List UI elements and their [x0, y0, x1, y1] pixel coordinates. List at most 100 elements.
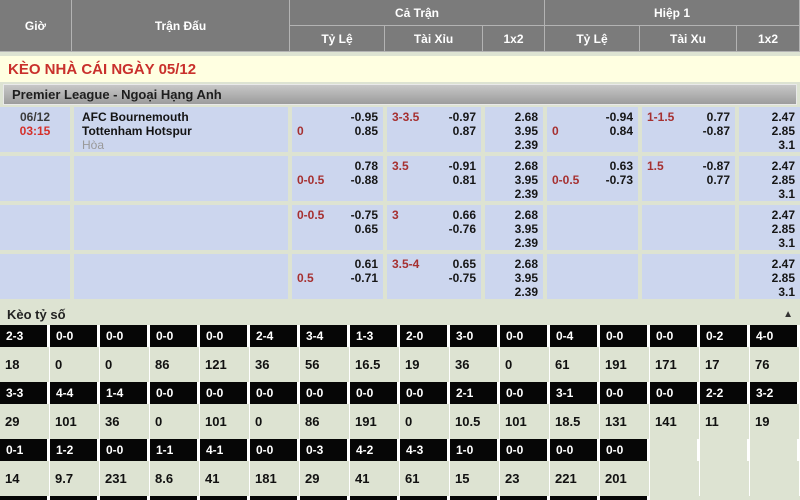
score-odds[interactable]: 61: [550, 347, 600, 382]
score-cell[interactable]: 1-0: [450, 439, 500, 461]
home-team[interactable]: AFC Bournemouth: [82, 110, 284, 124]
fulltime-1x2-cell[interactable]: 2.683.952.39: [485, 107, 543, 152]
score-odds[interactable]: 101: [50, 404, 100, 439]
score-cell[interactable]: 0-4: [550, 325, 600, 347]
score-cell[interactable]: [150, 496, 200, 500]
score-odds[interactable]: 181: [250, 461, 300, 496]
score-cell[interactable]: 2-0: [400, 325, 450, 347]
fulltime-handicap-cell[interactable]: -0.9500.85: [292, 107, 383, 152]
score-cell[interactable]: 1-1: [150, 439, 200, 461]
match-cell[interactable]: [74, 254, 288, 299]
score-odds[interactable]: 101: [200, 404, 250, 439]
score-cell[interactable]: 0-0: [400, 382, 450, 404]
score-cell[interactable]: 0-0: [600, 325, 650, 347]
score-cell[interactable]: [200, 496, 250, 500]
score-cell[interactable]: [600, 496, 650, 500]
score-odds[interactable]: 19: [400, 347, 450, 382]
score-odds[interactable]: 15: [450, 461, 500, 496]
score-odds[interactable]: 36: [450, 347, 500, 382]
score-cell[interactable]: 0-0: [250, 439, 300, 461]
score-cell[interactable]: 0-0: [650, 382, 700, 404]
score-cell[interactable]: [350, 496, 400, 500]
score-odds[interactable]: 14: [0, 461, 50, 496]
firsthalf-overunder-cell[interactable]: 1.5-0.870.77: [642, 156, 735, 201]
score-cell[interactable]: 0-0: [600, 439, 650, 461]
firsthalf-1x2-cell[interactable]: 2.472.853.1: [739, 254, 800, 299]
score-odds[interactable]: 101: [500, 404, 550, 439]
score-cell[interactable]: 0-0: [100, 439, 150, 461]
score-odds[interactable]: 0: [400, 404, 450, 439]
score-cell[interactable]: [0, 496, 50, 500]
score-cell[interactable]: [550, 496, 600, 500]
match-cell[interactable]: AFC BournemouthTottenham HotspurHòa: [74, 107, 288, 152]
score-odds[interactable]: 10.5: [450, 404, 500, 439]
firsthalf-1x2-cell[interactable]: 2.472.853.1: [739, 205, 800, 250]
fulltime-1x2-cell[interactable]: 2.683.952.39: [485, 254, 543, 299]
triangle-up-icon[interactable]: ▲: [783, 309, 793, 320]
score-cell[interactable]: 1-4: [100, 382, 150, 404]
score-cell[interactable]: 3-3: [0, 382, 50, 404]
score-cell[interactable]: [400, 496, 450, 500]
score-cell[interactable]: 3-1: [550, 382, 600, 404]
score-cell[interactable]: [450, 496, 500, 500]
score-cell[interactable]: 4-2: [350, 439, 400, 461]
score-cell[interactable]: 0-0: [500, 382, 550, 404]
fulltime-overunder-cell[interactable]: 3.5-0.910.81: [387, 156, 481, 201]
fulltime-overunder-cell[interactable]: 3-3.5-0.970.87: [387, 107, 481, 152]
fulltime-overunder-cell[interactable]: 3.5-40.65-0.75: [387, 254, 481, 299]
score-odds[interactable]: 41: [200, 461, 250, 496]
score-cell[interactable]: 0-0: [250, 382, 300, 404]
match-cell[interactable]: [74, 205, 288, 250]
firsthalf-overunder-cell[interactable]: [642, 254, 735, 299]
score-odds[interactable]: 221: [550, 461, 600, 496]
fulltime-handicap-cell[interactable]: 0.610.5-0.71: [292, 254, 383, 299]
score-cell[interactable]: 0-0: [200, 382, 250, 404]
firsthalf-handicap-cell[interactable]: [547, 254, 638, 299]
score-cell[interactable]: 3-4: [300, 325, 350, 347]
score-cell[interactable]: 4-3: [400, 439, 450, 461]
score-cell[interactable]: 3-0: [450, 325, 500, 347]
fulltime-handicap-cell[interactable]: 0-0.5-0.750.65: [292, 205, 383, 250]
score-cell[interactable]: 1-3: [350, 325, 400, 347]
score-odds[interactable]: 29: [300, 461, 350, 496]
away-team[interactable]: Tottenham Hotspur: [82, 124, 284, 138]
score-cell[interactable]: 0-0: [200, 325, 250, 347]
score-odds[interactable]: 41: [350, 461, 400, 496]
score-odds[interactable]: 23: [500, 461, 550, 496]
score-odds[interactable]: 18.5: [550, 404, 600, 439]
score-cell[interactable]: 0-1: [0, 439, 50, 461]
score-odds[interactable]: 131: [600, 404, 650, 439]
score-cell[interactable]: 0-0: [550, 439, 600, 461]
score-cell[interactable]: 0-0: [650, 325, 700, 347]
score-odds[interactable]: 8.6: [150, 461, 200, 496]
score-cell[interactable]: 0-0: [300, 382, 350, 404]
score-cell[interactable]: [500, 496, 550, 500]
fulltime-1x2-cell[interactable]: 2.683.952.39: [485, 156, 543, 201]
score-cell[interactable]: 0-0: [50, 325, 100, 347]
score-cell[interactable]: 2-2: [700, 382, 750, 404]
score-odds[interactable]: 9.7: [50, 461, 100, 496]
score-odds[interactable]: 0: [500, 347, 550, 382]
score-cell[interactable]: 0-0: [350, 382, 400, 404]
score-cell[interactable]: [100, 496, 150, 500]
firsthalf-handicap-cell[interactable]: -0.9400.84: [547, 107, 638, 152]
score-odds[interactable]: 18: [0, 347, 50, 382]
score-cell[interactable]: 0-2: [700, 325, 750, 347]
firsthalf-handicap-cell[interactable]: 0.630-0.5-0.73: [547, 156, 638, 201]
score-odds[interactable]: 0: [100, 347, 150, 382]
score-odds[interactable]: 17: [700, 347, 750, 382]
score-odds[interactable]: 19: [750, 404, 800, 439]
score-odds[interactable]: 86: [150, 347, 200, 382]
score-cell[interactable]: [250, 496, 300, 500]
score-cell[interactable]: 2-3: [0, 325, 50, 347]
score-cell[interactable]: 0-3: [300, 439, 350, 461]
score-odds[interactable]: 191: [600, 347, 650, 382]
firsthalf-overunder-cell[interactable]: [642, 205, 735, 250]
score-cell[interactable]: 0-0: [100, 325, 150, 347]
score-odds[interactable]: 0: [250, 404, 300, 439]
firsthalf-1x2-cell[interactable]: 2.472.853.1: [739, 107, 800, 152]
score-cell[interactable]: 3-2: [750, 382, 800, 404]
score-cell[interactable]: 0-0: [600, 382, 650, 404]
score-cell[interactable]: [300, 496, 350, 500]
score-odds[interactable]: 141: [650, 404, 700, 439]
